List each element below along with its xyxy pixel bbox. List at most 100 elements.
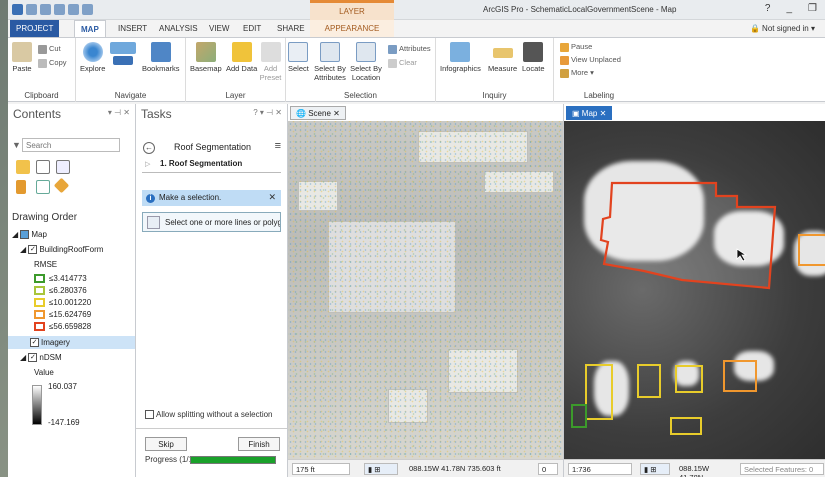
filter-icon[interactable]: ▼ xyxy=(12,140,21,150)
scene-3d-view[interactable] xyxy=(288,121,563,459)
group-selection: Select Select By Attributes Select By Lo… xyxy=(286,38,436,102)
tab-insert[interactable]: INSERT xyxy=(112,20,153,37)
roof-polygon[interactable] xyxy=(798,234,825,266)
legend-swatch[interactable] xyxy=(34,298,45,308)
measure-label: Measure xyxy=(488,64,518,73)
tab-map[interactable]: MAP xyxy=(74,20,106,37)
new-project-icon[interactable] xyxy=(26,4,37,15)
group-labeling: Pause View Unplaced More ▾ Labeling xyxy=(554,38,644,102)
view-unplaced-button[interactable]: View Unplaced xyxy=(560,55,621,65)
list-by-labeling-icon[interactable] xyxy=(53,177,70,194)
maximize-button[interactable]: ❐ xyxy=(808,3,817,14)
explore-button[interactable]: Explore xyxy=(80,42,105,73)
legend-class-row: ≤15.624769 xyxy=(34,310,91,320)
list-by-editing-icon[interactable] xyxy=(16,180,26,194)
legend-swatch[interactable] xyxy=(34,274,45,284)
ndsm-label: nDSM xyxy=(39,353,62,362)
tab-scene[interactable]: 🌐 Scene ✕ xyxy=(290,106,346,120)
help-button[interactable]: ? xyxy=(765,3,771,14)
legend-swatch[interactable] xyxy=(34,286,45,296)
rmse-heading: RMSE xyxy=(34,260,58,269)
layer-visibility-checkbox[interactable]: ✓ xyxy=(28,245,38,255)
close-icon[interactable]: ✕ xyxy=(268,192,276,203)
ndsm-checkbox[interactable]: ✓ xyxy=(28,353,38,363)
list-by-source-icon[interactable] xyxy=(36,160,50,174)
drawing-order-heading: Drawing Order xyxy=(12,212,78,223)
roof-polygon[interactable] xyxy=(723,360,757,392)
full-extent-button[interactable] xyxy=(110,42,136,67)
pane-controls[interactable]: ▾ ⊣ ✕ xyxy=(108,108,130,117)
tree-building-roof-form[interactable]: ◢ ✓ BuildingRoofForm xyxy=(20,245,103,255)
allow-split-option[interactable]: Allow splitting without a selection xyxy=(145,410,273,420)
attributes-button[interactable]: Attributes xyxy=(388,44,431,54)
tab-map-view[interactable]: ▣ Map ✕ xyxy=(566,106,613,120)
measure-button[interactable]: Measure xyxy=(488,42,517,73)
skip-button[interactable]: Skip xyxy=(145,437,187,451)
task-step[interactable]: 1. Roof Segmentation xyxy=(160,159,242,168)
sign-in-status[interactable]: 🔒 Not signed in ▾ xyxy=(750,24,815,33)
paste-button[interactable]: Paste xyxy=(12,42,32,73)
open-project-icon[interactable] xyxy=(40,4,51,15)
tab-edit[interactable]: EDIT xyxy=(237,20,267,37)
hamburger-menu-icon[interactable]: ≡ xyxy=(275,140,281,152)
navigation-toggle-icons[interactable]: ▮ ⊞ xyxy=(364,463,398,475)
clear-selection-button[interactable]: Clear xyxy=(388,58,417,68)
map-2d-view[interactable] xyxy=(564,121,825,459)
app-title: ArcGIS Pro - SchematicLocalGovernmentSce… xyxy=(483,5,677,14)
locate-button[interactable]: Locate xyxy=(522,42,545,73)
list-by-selection-icon[interactable] xyxy=(56,160,70,174)
list-by-snapping-icon[interactable] xyxy=(36,180,50,194)
copy-icon xyxy=(38,58,47,68)
group-label-inquiry: Inquiry xyxy=(482,91,507,100)
roof-polygon[interactable] xyxy=(670,417,702,435)
tab-appearance[interactable]: APPEARANCE xyxy=(310,20,394,37)
tab-project[interactable]: PROJECT xyxy=(10,20,60,37)
select-by-location-button[interactable]: Select By Location xyxy=(348,42,384,82)
scene-scale-box[interactable]: 175 ft xyxy=(292,463,350,475)
progress-bar xyxy=(190,456,276,464)
roof-polygon[interactable] xyxy=(637,364,661,398)
tree-imagery[interactable]: ✓ Imagery xyxy=(20,338,70,348)
tasks-pane-controls[interactable]: ? ▾ ⊣ ✕ xyxy=(253,108,282,117)
tab-analysis[interactable]: ANALYSIS xyxy=(153,20,204,37)
selected-roof-polygon[interactable] xyxy=(599,181,777,290)
task-name: Roof Segmentation xyxy=(174,142,252,152)
minimize-button[interactable]: _ xyxy=(786,3,792,14)
infographics-button[interactable]: Infographics xyxy=(440,42,481,73)
cut-button[interactable]: Cut xyxy=(38,44,61,54)
select-tool-button[interactable]: Select one or more lines or polygons xyxy=(142,212,281,232)
roof-polygon[interactable] xyxy=(585,364,613,420)
roof-polygon[interactable] xyxy=(571,404,587,428)
copy-button[interactable]: Copy xyxy=(38,58,67,68)
save-project-icon[interactable] xyxy=(54,4,65,15)
pause-labeling-button[interactable]: Pause xyxy=(560,42,592,52)
allow-split-checkbox[interactable] xyxy=(145,410,154,420)
list-by-drawing-order-icon[interactable] xyxy=(16,160,30,174)
tree-ndsm[interactable]: ◢ ✓ nDSM xyxy=(20,353,62,363)
select-arrow-icon xyxy=(288,42,309,62)
map-tab-icon: ▣ xyxy=(572,109,580,118)
finish-button[interactable]: Finish xyxy=(238,437,280,451)
add-preset-button[interactable]: Add Preset xyxy=(256,42,285,82)
contents-search-input[interactable] xyxy=(22,138,120,152)
legend-swatch[interactable] xyxy=(34,310,45,320)
select-by-attributes-button[interactable]: Select By Attributes xyxy=(312,42,348,82)
bookmarks-button[interactable]: Bookmarks xyxy=(142,42,180,73)
legend-class-row: ≤6.280376 xyxy=(34,286,87,296)
basemap-button[interactable]: Basemap xyxy=(190,42,222,73)
map-navigation-icons[interactable]: ▮ ⊞ xyxy=(640,463,670,475)
tree-map[interactable]: ◢ Map xyxy=(12,230,47,240)
back-icon[interactable]: ← xyxy=(143,142,155,154)
tab-share[interactable]: SHARE xyxy=(271,20,311,37)
map-scale-box[interactable]: 1:736 xyxy=(568,463,632,475)
redo-icon[interactable] xyxy=(82,4,93,15)
info-icon: i xyxy=(146,194,155,203)
add-data-button[interactable]: Add Data xyxy=(226,42,257,73)
legend-swatch[interactable] xyxy=(34,322,45,332)
select-button[interactable]: Select xyxy=(288,42,309,73)
more-labeling-button[interactable]: More ▾ xyxy=(560,68,594,78)
undo-icon[interactable] xyxy=(68,4,79,15)
imagery-checkbox[interactable]: ✓ xyxy=(30,338,39,348)
roof-polygon[interactable] xyxy=(675,365,703,393)
tab-view[interactable]: VIEW xyxy=(203,20,235,37)
